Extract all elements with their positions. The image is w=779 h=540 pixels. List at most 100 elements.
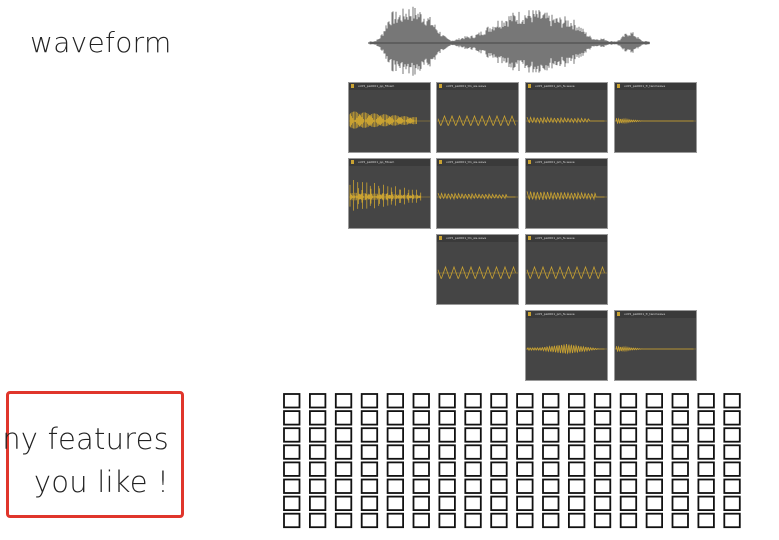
feature-cell	[283, 427, 301, 443]
panel-wave	[349, 180, 430, 211]
feature-cell	[619, 427, 638, 443]
feature-cell	[386, 444, 404, 460]
panel-wave	[526, 265, 607, 279]
feature-cell	[697, 410, 715, 426]
panel-wave-trace	[615, 117, 694, 125]
feature-cell	[516, 495, 534, 511]
feature-panel: vc05_pa0001_pp_fitosm	[348, 158, 431, 229]
panel-caption: vc05_pa0001_pm_fs-wave	[535, 312, 575, 316]
panel-wave	[615, 117, 696, 125]
feature-cell	[516, 478, 534, 494]
feature-cell	[334, 512, 353, 529]
feature-cell	[697, 393, 715, 409]
feature-cell	[645, 393, 664, 409]
feature-cell	[619, 512, 638, 529]
feature-cell	[334, 461, 353, 477]
panel-wave-trace	[349, 111, 417, 129]
feature-panel: vc05_pa0001_fr_tanmwave	[614, 310, 697, 381]
panel-title-bar: vc05_pa0001_pp_fitosm	[349, 83, 430, 90]
panel-title-bar: vc05_pa0001_pm_fs-wave	[526, 159, 607, 166]
feature-cell	[593, 495, 612, 511]
feature-cell	[283, 393, 301, 409]
feature-cell	[697, 444, 715, 460]
feature-cell	[464, 495, 482, 511]
panel-caption: vc05_pa0001_tm_ws-wave	[446, 160, 487, 164]
feature-cell	[697, 461, 715, 477]
feature-cell	[671, 410, 689, 426]
feature-cell	[542, 410, 560, 426]
feature-cell	[697, 495, 715, 511]
panel-wave	[437, 114, 518, 126]
feature-cell	[360, 444, 379, 460]
panel-file-icon	[351, 84, 354, 88]
feature-cell	[308, 478, 327, 494]
feature-cell	[542, 427, 560, 443]
feature-cell	[386, 495, 404, 511]
feature-cell	[308, 512, 327, 529]
feature-cell	[671, 495, 689, 511]
feature-cell	[619, 461, 638, 477]
feature-panel: vc05_pa0001_tm_ws-wave	[436, 234, 519, 305]
feature-cell	[542, 478, 560, 494]
feature-cell	[645, 410, 664, 426]
feature-cell	[697, 478, 715, 494]
feature-cell	[490, 461, 508, 477]
feature-cell	[308, 393, 327, 409]
feature-cell	[308, 427, 327, 443]
panel-wave-trace	[437, 265, 516, 279]
feature-cell	[360, 410, 379, 426]
feature-cell	[334, 393, 353, 409]
feature-cell	[438, 495, 456, 511]
feature-cell	[283, 512, 301, 529]
panel-wave	[526, 191, 607, 201]
feature-panel: vc05_pa0001_pp_fitosm	[348, 82, 431, 153]
feature-cell	[516, 410, 534, 426]
callout-line-2: you like !	[33, 465, 169, 499]
feature-cell	[464, 444, 482, 460]
feature-cell	[516, 461, 534, 477]
panel-wave	[526, 344, 607, 355]
feature-cell	[283, 495, 301, 511]
feature-cell	[412, 444, 430, 460]
feature-cell	[516, 427, 534, 443]
feature-panel: vc05_pa0001_tm_ws-wave	[436, 158, 519, 229]
feature-cell	[619, 478, 638, 494]
panel-wave-trace	[437, 192, 516, 201]
feature-cell	[723, 393, 741, 409]
feature-cell	[386, 427, 404, 443]
feature-cell	[723, 478, 741, 494]
feature-cell	[723, 512, 741, 529]
panel-caption: vc05_pa0001_fr_tanmwave	[624, 312, 666, 316]
panel-wave-trace	[526, 116, 605, 125]
feature-panel: vc05_pa0001_pm_fs-wave	[525, 158, 608, 229]
feature-cell	[645, 512, 664, 529]
feature-cell	[412, 478, 430, 494]
feature-cell	[412, 461, 430, 477]
feature-cell	[464, 393, 482, 409]
feature-cell	[412, 512, 430, 529]
feature-cell	[542, 444, 560, 460]
feature-cell	[723, 410, 741, 426]
feature-cell	[671, 393, 689, 409]
feature-cell	[645, 444, 664, 460]
feature-cell	[438, 444, 456, 460]
panel-caption: vc05_pa0001_tm_ws-wave	[446, 84, 487, 88]
feature-cell	[490, 410, 508, 426]
feature-cell	[464, 512, 482, 529]
feature-panel: vc05_pa0001_fr_tanmwave	[614, 82, 697, 153]
feature-cell	[645, 478, 664, 494]
feature-cell	[412, 393, 430, 409]
feature-cell	[360, 461, 379, 477]
feature-cell	[567, 512, 586, 529]
panel-file-icon	[528, 236, 531, 240]
feature-cell	[593, 410, 612, 426]
panel-caption: vc05_pa0001_pm_fs-wave	[535, 160, 575, 164]
feature-cell	[671, 461, 689, 477]
feature-cell	[360, 478, 379, 494]
feature-cell	[516, 393, 534, 409]
feature-panel: vc05_pa0001_pm_fs-wave	[525, 82, 608, 153]
feature-cell	[438, 461, 456, 477]
feature-cell	[671, 427, 689, 443]
feature-cell	[334, 478, 353, 494]
feature-cell	[464, 478, 482, 494]
